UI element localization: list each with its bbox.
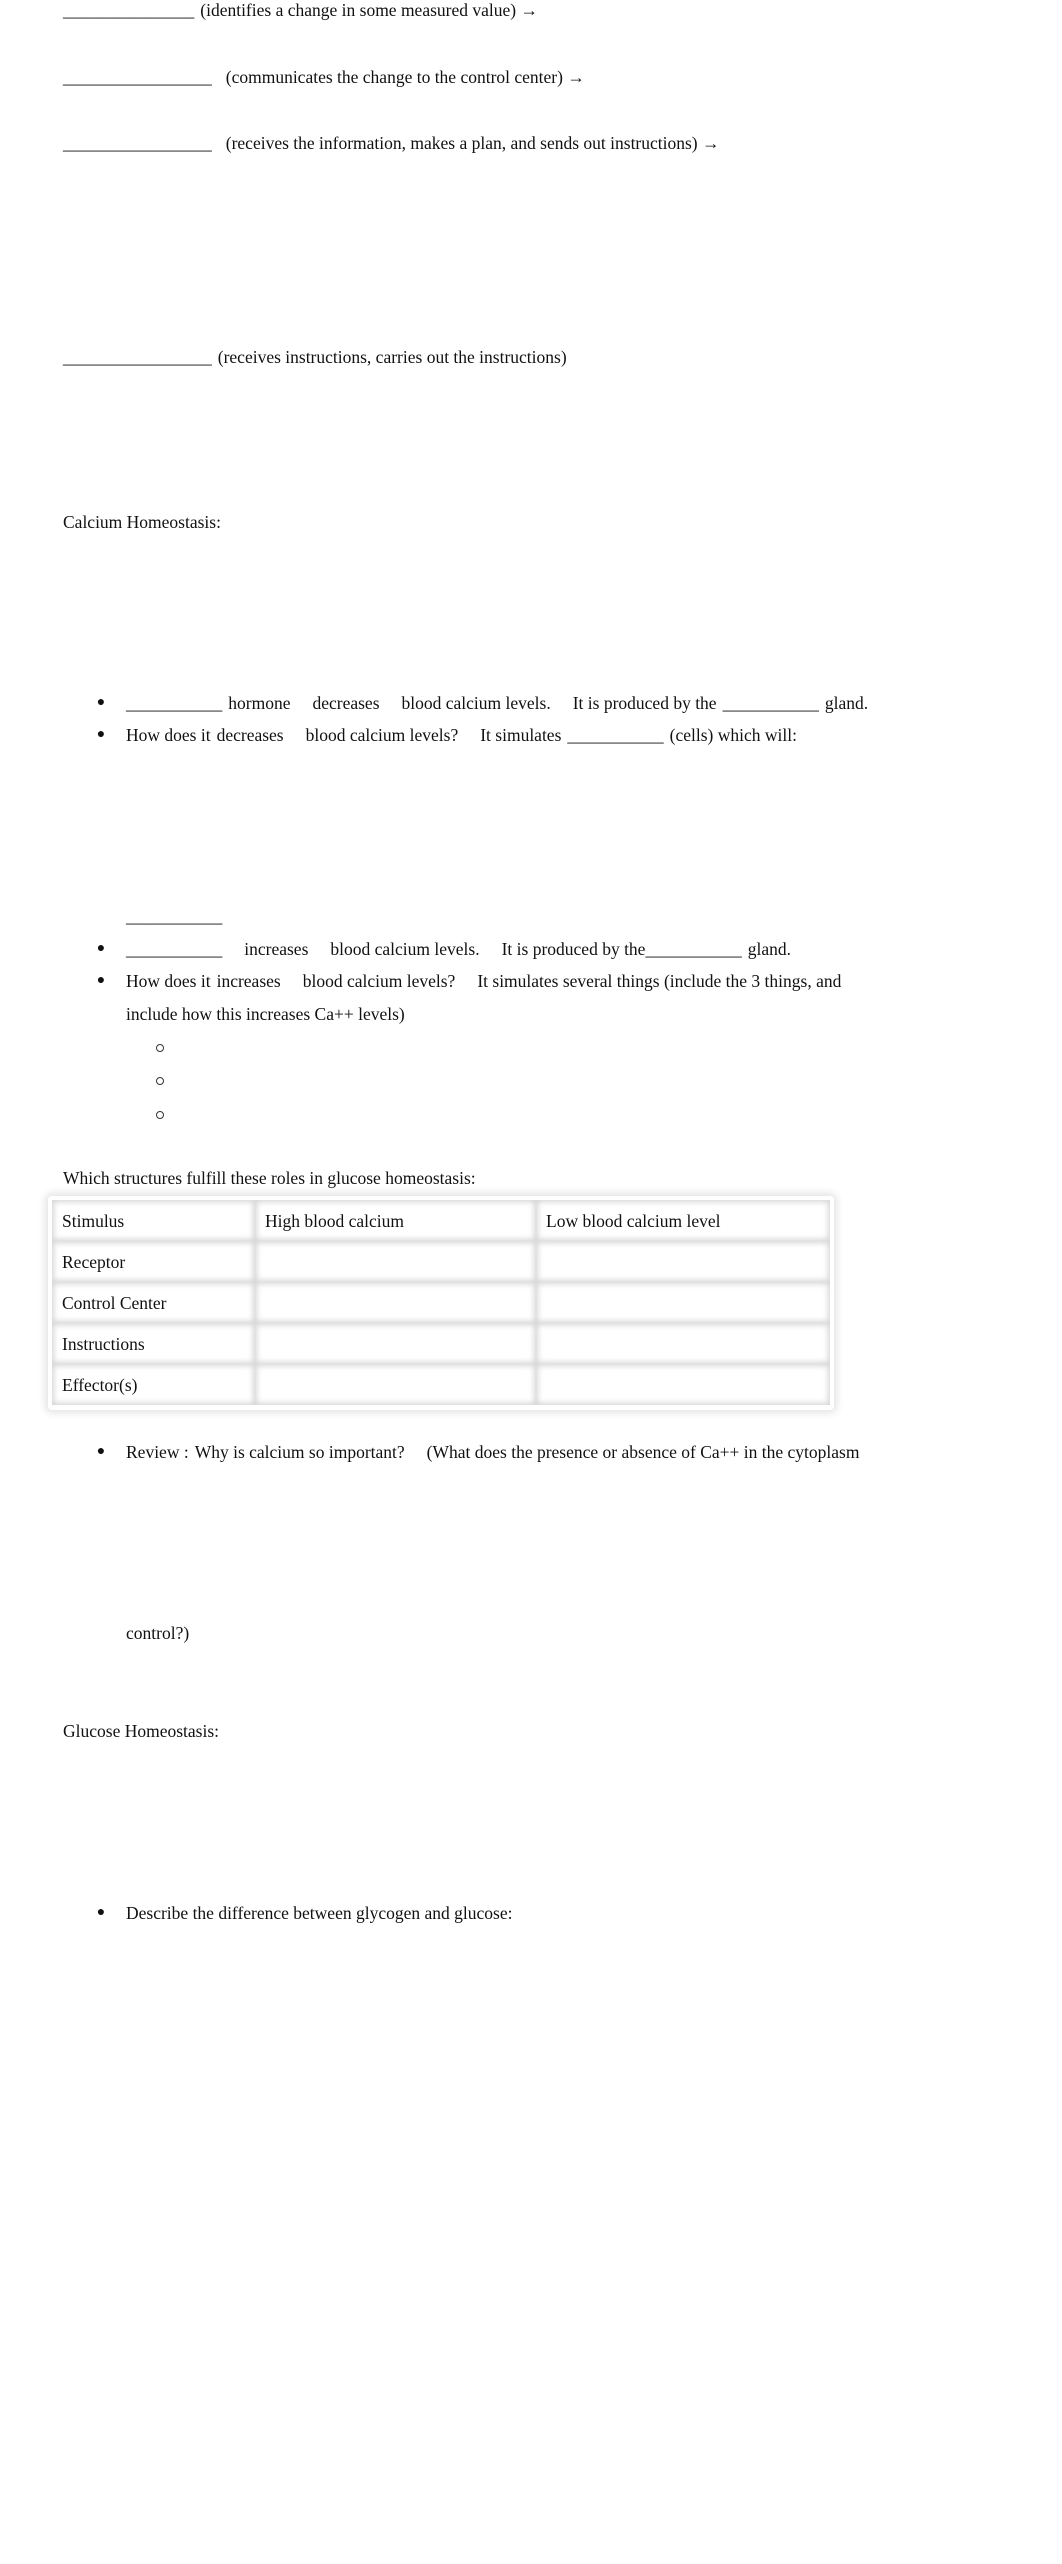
calcium-bullet-4-continuation: include how this increases Ca++ levels) xyxy=(126,1004,405,1024)
fill-in-blank[interactable]: ___________ xyxy=(723,693,819,713)
hollow-circle-bullet-icon xyxy=(155,1106,167,1126)
table-caption: Which structures fulfill these roles in … xyxy=(63,1168,476,1188)
roles-table: Stimulus High blood calcium Low blood calc… xyxy=(52,1200,830,1405)
text-part: blood calcium levels? xyxy=(302,971,456,991)
review-continuation: control?) xyxy=(126,1623,190,1643)
answer-cell[interactable] xyxy=(255,1282,536,1323)
text-part: It is produced by the xyxy=(572,693,717,713)
answer-cell[interactable] xyxy=(255,1364,536,1405)
fill-in-blank[interactable]: ___________ xyxy=(126,939,222,959)
text-part: Review : xyxy=(126,1442,189,1462)
text-part: It simulates xyxy=(480,725,562,745)
text-part: increases xyxy=(216,971,281,991)
column-header-cell: High blood calcium xyxy=(255,1200,536,1241)
text-part: How does it xyxy=(126,971,211,991)
text-part: decreases xyxy=(216,725,284,745)
line-description: (receives instructions, carries out the … xyxy=(217,347,567,367)
calcium-heading: Calcium Homeostasis: xyxy=(63,512,221,532)
calcium-bullet-4: How does it increases blood calcium levels… xyxy=(126,971,841,991)
table-header-row: Stimulus High blood calcium Low blood calc… xyxy=(52,1200,830,1241)
column-header-cell: Low blood calcium level xyxy=(536,1200,830,1241)
calcium-bullet-1: ___________ hormone decreases blood calcium… xyxy=(126,693,868,713)
glucose-heading: Glucose Homeostasis: xyxy=(63,1721,220,1741)
line-description: (communicates the change to the control … xyxy=(225,67,585,87)
answer-cell[interactable] xyxy=(536,1241,830,1282)
text-part: blood calcium levels. xyxy=(401,693,551,713)
table-row: Control Center xyxy=(52,1282,830,1323)
text-part: (What does the presence or absence of Ca… xyxy=(426,1442,860,1462)
feedback-line-stimulus-receptor: _______________ (identifies a change in s… xyxy=(63,0,538,20)
text-part: How does it xyxy=(126,725,211,745)
answer-blank[interactable]: ___________ xyxy=(126,906,222,926)
feedback-line-control-center: _________________ (receives the informati… xyxy=(63,133,720,153)
text-part: increases xyxy=(244,939,309,959)
text-part: blood calcium levels? xyxy=(305,725,459,745)
table-row: Receptor xyxy=(52,1241,830,1282)
answer-cell[interactable] xyxy=(536,1323,830,1364)
text-part: Why is calcium so important? xyxy=(194,1442,405,1462)
row-label-cell: Receptor xyxy=(52,1241,255,1282)
fill-in-blank[interactable]: ___________ xyxy=(567,725,663,745)
row-label-cell: Control Center xyxy=(52,1282,255,1323)
fill-in-blank[interactable]: _________________ xyxy=(63,67,212,87)
bullet-icon: ● xyxy=(96,973,106,988)
review-bullet: Review : Why is calcium so important? (Wha… xyxy=(126,1442,859,1462)
text-part: (cells) which will: xyxy=(669,725,797,745)
table-row: Instructions xyxy=(52,1323,830,1364)
hollow-circle-bullet-icon xyxy=(155,1072,167,1092)
text-part: gland. xyxy=(824,693,869,713)
calcium-bullet-2: How does it decreases blood calcium levels… xyxy=(126,725,797,745)
fill-in-blank[interactable]: _______________ xyxy=(63,0,194,20)
fill-in-blank[interactable]: _________________ xyxy=(63,347,212,367)
calcium-bullet-3: ___________ increases blood calcium levels… xyxy=(126,939,791,959)
text-part: It is produced by the xyxy=(501,939,646,959)
row-label-cell: Instructions xyxy=(52,1323,255,1364)
table-row: Effector(s) xyxy=(52,1364,830,1405)
text-part: hormone xyxy=(228,693,291,713)
answer-cell[interactable] xyxy=(536,1282,830,1323)
line-description: (identifies a change in some measured va… xyxy=(200,0,538,20)
bullet-icon: ● xyxy=(96,727,106,742)
line-description: (receives the information, makes a plan,… xyxy=(225,133,720,153)
row-label-cell: Effector(s) xyxy=(52,1364,255,1405)
answer-cell[interactable] xyxy=(255,1323,536,1364)
text-part: gland. xyxy=(747,939,791,959)
hollow-circle-bullet-icon xyxy=(155,1039,167,1059)
bullet-icon: ● xyxy=(96,695,106,710)
answer-cell[interactable] xyxy=(255,1241,536,1282)
bullet-icon: ● xyxy=(96,1444,106,1459)
fill-in-blank[interactable]: ___________ xyxy=(126,693,222,713)
fill-in-blank[interactable]: ___________ xyxy=(645,939,741,959)
text-part: decreases xyxy=(312,693,380,713)
feedback-line-effector: _________________ (receives instructions,… xyxy=(63,347,567,367)
bullet-icon: ● xyxy=(96,1905,106,1920)
answer-cell[interactable] xyxy=(536,1364,830,1405)
fill-in-blank[interactable]: _________________ xyxy=(63,133,212,153)
text-part: blood calcium levels. xyxy=(330,939,480,959)
feedback-line-afferent: _________________ (communicates the chang… xyxy=(63,67,585,87)
text-part: It simulates several things (include the… xyxy=(477,971,842,991)
bullet-icon: ● xyxy=(96,941,106,956)
row-label-cell: Stimulus xyxy=(52,1200,255,1241)
glucose-bullet-1: Describe the difference between glycogen… xyxy=(126,1903,513,1923)
